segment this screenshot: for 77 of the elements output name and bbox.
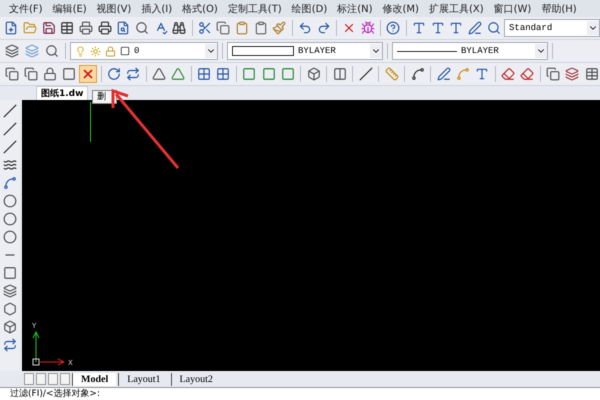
lock-icon[interactable] (41, 65, 58, 83)
page-search-icon[interactable] (134, 19, 150, 37)
sun-icon (90, 46, 101, 56)
eraser-icon[interactable] (500, 65, 517, 83)
layout-tab[interactable]: Model (72, 372, 116, 386)
layers-icon[interactable] (3, 42, 21, 60)
menu-item[interactable]: 扩展工具(X) (424, 2, 489, 16)
binoculars-icon[interactable] (170, 19, 188, 37)
bug-icon[interactable] (360, 19, 376, 37)
tab-nav-button[interactable] (36, 373, 46, 385)
copy-icon[interactable] (215, 19, 232, 37)
layout-tab[interactable]: Layout1 (118, 372, 169, 386)
crosshair-line (90, 102, 92, 142)
line-icon[interactable] (1, 102, 19, 120)
curve-icon[interactable] (409, 65, 426, 83)
columns-icon[interactable] (331, 65, 348, 83)
menu-item[interactable]: 帮助(H) (536, 2, 582, 16)
color-swatch (232, 46, 294, 56)
layers-icon[interactable] (564, 65, 581, 83)
menu-item[interactable]: 文件(F) (4, 2, 48, 16)
search-icon[interactable] (43, 42, 61, 60)
color-combo[interactable]: BYLAYER (227, 42, 383, 60)
tab-nav-button[interactable] (60, 373, 70, 385)
table-icon[interactable] (58, 19, 76, 37)
layer-combo[interactable]: 0 (70, 42, 218, 60)
help-icon[interactable] (385, 19, 402, 37)
circle-icon[interactable] (1, 228, 19, 246)
lock-icon (105, 46, 116, 56)
grid-icon[interactable] (214, 65, 232, 83)
line-icon[interactable] (1, 120, 19, 138)
tab-nav-button[interactable] (48, 373, 58, 385)
paintbrush-icon[interactable] (271, 19, 288, 37)
lightbulb-icon (75, 46, 86, 56)
menu-item[interactable]: 窗口(W) (488, 2, 536, 16)
delete-button[interactable] (79, 65, 97, 83)
line-icon[interactable] (357, 65, 374, 83)
cube-icon[interactable] (305, 65, 322, 83)
save-icon[interactable] (40, 19, 57, 37)
triangle-icon[interactable] (150, 65, 168, 83)
rectangle-icon[interactable] (279, 65, 296, 83)
cross-icon (80, 67, 95, 81)
menu-item[interactable]: 标注(N) (332, 2, 378, 16)
color-square-icon (120, 46, 130, 56)
circle-icon[interactable] (1, 192, 19, 210)
box-icon[interactable] (1, 318, 19, 336)
menu-item[interactable]: 编辑(E) (48, 2, 92, 16)
copy-icon[interactable] (22, 65, 40, 83)
square-icon[interactable] (60, 65, 78, 83)
circle-icon[interactable] (1, 210, 19, 228)
document-tab[interactable]: 图纸1.dw (36, 86, 88, 100)
menu-item[interactable]: 插入(I) (136, 2, 178, 16)
hexagon-icon[interactable] (1, 300, 19, 318)
square-icon[interactable] (1, 264, 19, 282)
layers-icon[interactable] (1, 282, 19, 300)
linetype-sample (397, 50, 457, 52)
copy-icon[interactable] (544, 65, 562, 83)
line-icon[interactable] (1, 138, 19, 156)
spline-icon[interactable] (1, 174, 19, 192)
copy-icon[interactable] (3, 65, 20, 83)
eraser-icon[interactable] (518, 65, 536, 83)
grid-icon[interactable] (196, 65, 213, 83)
rotate-icon[interactable] (106, 65, 123, 83)
rectangle-icon[interactable] (260, 65, 278, 83)
printer-icon[interactable] (96, 19, 113, 37)
linetype-combo[interactable]: BYLAYER (392, 42, 548, 60)
layout-tab[interactable]: Layout2 (170, 372, 221, 386)
repeat-icon[interactable] (1, 336, 19, 354)
menu-item[interactable]: 格式(O) (177, 2, 223, 16)
triangle-icon[interactable] (170, 65, 187, 83)
pen-icon[interactable] (435, 65, 452, 83)
tab-nav-button[interactable] (24, 373, 34, 385)
menu-item[interactable]: 修改(M) (378, 2, 424, 16)
menu-item[interactable]: 视图(V) (92, 2, 136, 16)
text-style-combo[interactable]: Standard (504, 19, 600, 37)
menu-item[interactable]: 定制工具(T) (222, 2, 287, 16)
menu-item[interactable]: 绘图(D) (286, 2, 332, 16)
printer-icon[interactable] (78, 19, 94, 37)
